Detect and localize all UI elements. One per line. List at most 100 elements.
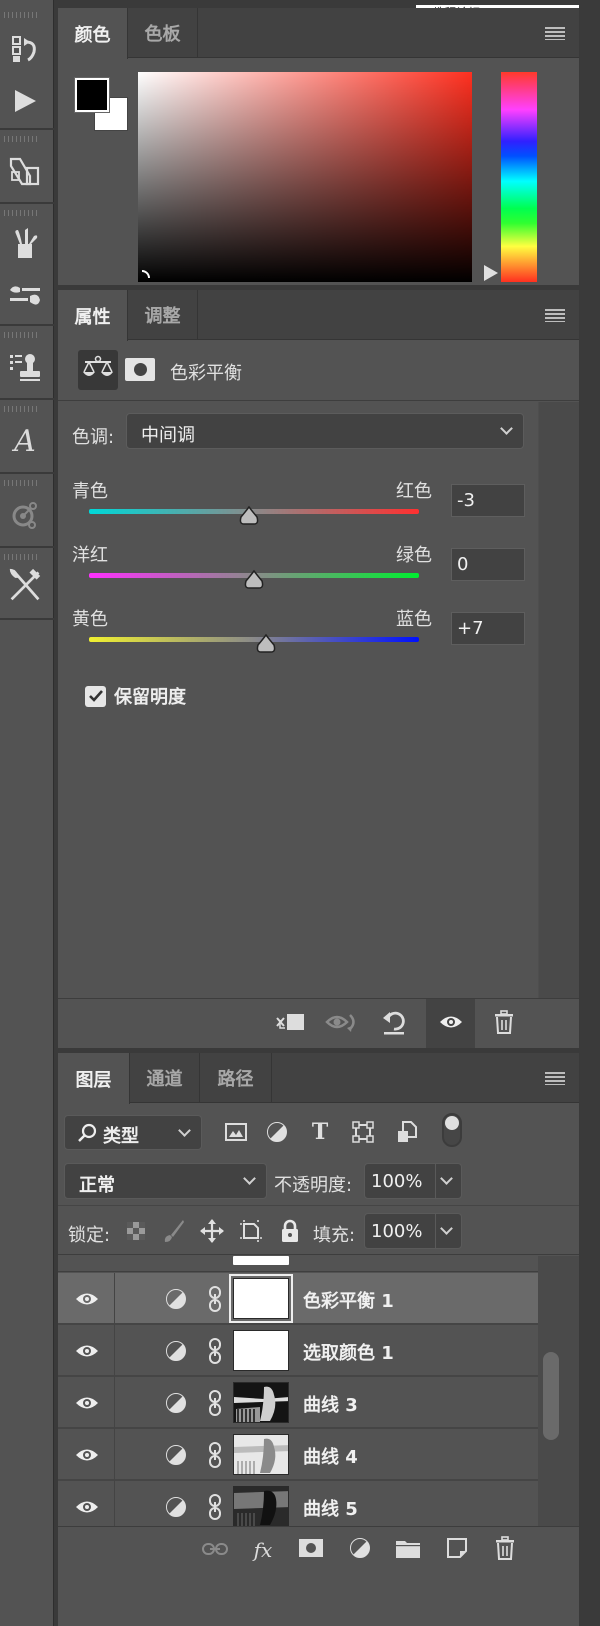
properties-scrollbar[interactable] (538, 402, 579, 998)
layer-row[interactable]: 曲线 3 (58, 1377, 538, 1429)
tab-color[interactable]: 颜色 (58, 8, 128, 59)
color-picker-field[interactable] (138, 72, 472, 282)
eye-icon[interactable] (72, 1287, 102, 1311)
actions-play-icon[interactable] (8, 84, 42, 118)
cyan-red-value-input[interactable]: -3 (451, 484, 525, 517)
history-icon[interactable] (8, 32, 42, 66)
panel-menu-icon[interactable] (545, 309, 565, 322)
clip-to-layer-button[interactable] (270, 999, 310, 1048)
panel-menu-icon[interactable] (545, 27, 565, 40)
panel-menu-icon[interactable] (545, 1072, 565, 1085)
lock-image-pixels-icon[interactable] (162, 1219, 186, 1243)
lock-position-icon[interactable] (200, 1219, 224, 1243)
tab-properties[interactable]: 属性 (58, 290, 128, 341)
delete-layer-button[interactable] (490, 1535, 520, 1565)
tab-paths[interactable]: 路径 (200, 1053, 272, 1103)
blend-mode-select[interactable]: 正常 (64, 1163, 267, 1199)
tone-select[interactable]: 中间调 (126, 413, 524, 449)
layer-filter-value: 类型 (103, 1126, 139, 1147)
layer-mask-thumbnail[interactable] (233, 1486, 289, 1526)
link-layers-button[interactable] (200, 1535, 230, 1565)
layer-mask-thumbnail[interactable] (233, 1330, 289, 1371)
layer-mask-thumbnail[interactable] (233, 1434, 289, 1475)
layers-panel: 图层 通道 路径 类型 T 正常 不透明度: 100% 锁定: 填充: 100% (58, 1053, 579, 1626)
lock-transparent-pixels-icon[interactable] (124, 1219, 148, 1243)
grip-handle[interactable] (4, 332, 40, 338)
grip-handle[interactable] (4, 480, 40, 486)
opacity-input[interactable]: 100% (364, 1163, 462, 1199)
tab-swatches[interactable]: 色板 (128, 8, 198, 58)
link-icon[interactable] (208, 1286, 222, 1312)
eye-icon[interactable] (72, 1391, 102, 1415)
fill-dropdown-chevron-icon[interactable] (440, 1222, 453, 1235)
foreground-color-swatch[interactable] (74, 77, 110, 113)
layer-row[interactable]: 曲线 5 (58, 1481, 538, 1526)
layer-row[interactable]: 曲线 4 (58, 1429, 538, 1481)
layer-row[interactable]: 色彩平衡 1 (58, 1273, 538, 1325)
fill-input[interactable]: 100% (364, 1213, 462, 1249)
yellow-blue-value-input[interactable]: +7 (451, 612, 525, 645)
grip-handle[interactable] (4, 12, 40, 18)
tab-layers[interactable]: 图层 (58, 1053, 130, 1104)
grip-handle[interactable] (4, 210, 40, 216)
layers-scrollbar-thumb[interactable] (543, 1352, 559, 1440)
preserve-luminosity-checkbox[interactable]: 保留明度 (85, 683, 186, 709)
filter-shape-layers-icon[interactable] (349, 1118, 377, 1146)
layer-mask-thumbnail[interactable] (229, 1274, 293, 1323)
yellow-blue-slider-thumb[interactable] (255, 633, 277, 655)
link-icon[interactable] (208, 1390, 222, 1416)
tab-adjustments[interactable]: 调整 (128, 290, 198, 340)
reset-button[interactable] (374, 999, 414, 1048)
tab-channels[interactable]: 通道 (130, 1053, 200, 1103)
link-icon[interactable] (208, 1494, 222, 1520)
layers-scrollbar[interactable] (538, 1256, 579, 1526)
brush-settings-icon[interactable] (8, 278, 42, 312)
link-icon[interactable] (208, 1442, 222, 1468)
glyphs-icon[interactable]: A (8, 424, 42, 459)
layer-mask-thumbnail[interactable] (233, 1382, 289, 1423)
delete-adjustment-button[interactable] (484, 999, 524, 1048)
magenta-green-value-input[interactable]: 0 (451, 548, 525, 581)
layer-row-partial[interactable] (58, 1256, 538, 1272)
mask-button[interactable] (125, 358, 155, 381)
link-icon[interactable] (208, 1338, 222, 1364)
lock-all-icon[interactable] (278, 1219, 302, 1243)
hue-slider-strip[interactable] (501, 72, 537, 282)
chevron-down-icon (243, 1172, 256, 1185)
tool-group-glyphs: A (0, 402, 54, 474)
hue-slider-pointer[interactable] (484, 265, 498, 281)
new-layer-button[interactable] (442, 1535, 472, 1565)
tool-presets-icon[interactable] (8, 568, 42, 602)
magenta-green-slider-thumb[interactable] (243, 569, 265, 591)
eye-icon[interactable] (72, 1495, 102, 1519)
slider-right-label: 红色 (396, 481, 432, 502)
toggle-visibility-button[interactable] (426, 999, 475, 1048)
lock-artboard-icon[interactable] (239, 1219, 263, 1243)
color-balance-adjustment-button[interactable] (78, 350, 118, 390)
add-mask-button[interactable] (296, 1535, 326, 1565)
paths-target-icon[interactable] (8, 498, 42, 532)
new-group-button[interactable] (393, 1535, 423, 1565)
filter-type-layers-icon[interactable]: T (306, 1118, 334, 1146)
opacity-dropdown-chevron-icon[interactable] (440, 1172, 453, 1185)
clone-source-icon[interactable] (8, 350, 42, 384)
layer-comps-icon[interactable] (8, 154, 42, 188)
layer-name: 曲线 3 (303, 1395, 358, 1416)
new-adjustment-layer-button[interactable] (345, 1535, 375, 1565)
layer-row[interactable]: 选取颜色 1 (58, 1325, 538, 1377)
layer-filter-select[interactable]: 类型 (64, 1115, 202, 1150)
view-previous-state-button[interactable] (322, 999, 362, 1048)
checkbox-checked-icon[interactable] (85, 685, 106, 707)
eye-icon[interactable] (72, 1339, 102, 1363)
cyan-red-slider-thumb[interactable] (238, 505, 260, 527)
grip-handle[interactable] (4, 136, 40, 142)
filter-toggle-switch[interactable] (442, 1113, 462, 1147)
filter-adjustment-layers-icon[interactable] (263, 1118, 291, 1146)
eye-icon[interactable] (72, 1443, 102, 1467)
layer-style-fx-button[interactable]: fx (248, 1535, 278, 1565)
grip-handle[interactable] (4, 554, 40, 560)
filter-smart-objects-icon[interactable] (393, 1118, 421, 1146)
grip-handle[interactable] (4, 406, 40, 412)
brushes-icon[interactable] (8, 226, 42, 260)
filter-pixel-layers-icon[interactable] (222, 1118, 250, 1146)
